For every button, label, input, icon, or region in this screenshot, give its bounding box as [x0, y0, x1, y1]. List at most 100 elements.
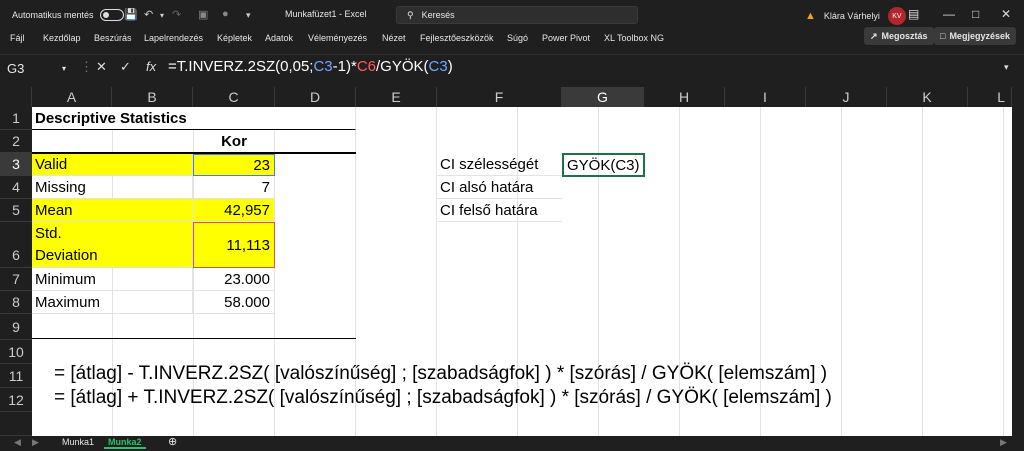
sheet-tab-munka1[interactable]: Munka1 — [58, 437, 98, 447]
stat-label-minimum[interactable]: Minimum — [32, 268, 193, 291]
column-header-l[interactable]: L — [968, 87, 1012, 107]
row-header-8[interactable]: 8 — [0, 291, 32, 314]
stat-value-maximum[interactable]: 58.000 — [193, 291, 275, 314]
autosave-toggle[interactable] — [99, 9, 124, 21]
row-header-10[interactable]: 10 — [0, 340, 32, 364]
cancel-formula-icon[interactable]: ✕ — [96, 59, 107, 75]
search-box[interactable]: ⚲ Keresés — [396, 6, 638, 24]
share-button[interactable]: ↗ Megosztás — [864, 27, 934, 45]
quick-access-icon[interactable]: ▣ — [198, 8, 208, 21]
column-header-d[interactable]: D — [275, 87, 356, 107]
more-options-icon: ⋮ — [80, 59, 93, 74]
column-header-a[interactable]: A — [32, 87, 112, 107]
tab-home[interactable]: Kezdőlap — [43, 33, 81, 43]
row-header-11[interactable]: 11 — [0, 364, 32, 388]
column-header-g[interactable]: G — [562, 87, 644, 107]
spreadsheet-grid[interactable]: A B C D E F G H I J K L 1 2 3 4 5 6 7 8 … — [0, 87, 1012, 436]
stat-value-mean[interactable]: 42,957 — [193, 199, 275, 222]
sheet-tab-bar: ◀ ▶ Munka1 Munka2 ⊕ ▶ — [0, 436, 1024, 451]
tab-help[interactable]: Súgó — [507, 33, 528, 43]
stat-value-std-deviation[interactable]: 11,113 — [193, 222, 275, 268]
tab-insert[interactable]: Beszúrás — [94, 33, 132, 43]
row-header-12[interactable]: 12 — [0, 388, 32, 412]
stat-label-mean[interactable]: Mean — [32, 199, 193, 222]
row-header-9[interactable]: 9 — [0, 314, 32, 340]
comments-label: Megjegyzések — [949, 31, 1010, 41]
share-icon: ↗ — [870, 30, 878, 41]
tab-xl-toolbox[interactable]: XL Toolbox NG — [604, 33, 664, 43]
maximize-icon[interactable]: □ — [972, 7, 979, 21]
row-header-2[interactable]: 2 — [0, 130, 32, 153]
confirm-formula-icon[interactable]: ✓ — [120, 59, 131, 75]
expand-formula-bar-icon[interactable]: ▾ — [1004, 62, 1009, 73]
ribbon-display-icon[interactable]: ▤ — [908, 7, 919, 21]
row-header-13[interactable] — [0, 412, 32, 436]
stat-label-missing[interactable]: Missing — [32, 176, 193, 199]
next-sheet-icon[interactable]: ▶ — [28, 437, 43, 448]
record-icon[interactable]: ● — [222, 8, 229, 20]
save-icon[interactable]: 💾 — [124, 8, 138, 21]
stat-label-maximum[interactable]: Maximum — [32, 291, 193, 314]
column-header-h[interactable]: H — [644, 87, 725, 107]
warning-icon[interactable]: ▲ — [805, 10, 816, 22]
formula-ref-c3: C3 — [313, 58, 333, 75]
name-box-value: G3 — [7, 60, 25, 76]
stat-value-valid[interactable]: 23 — [193, 154, 275, 176]
tab-data[interactable]: Adatok — [265, 33, 293, 43]
column-header-e[interactable]: E — [356, 87, 437, 107]
undo-icon[interactable]: ↶ — [144, 8, 153, 21]
column-header-b[interactable]: B — [112, 87, 193, 107]
tab-page-layout[interactable]: Lapelrendezés — [144, 33, 203, 43]
tab-review[interactable]: Véleményezés — [308, 33, 367, 43]
column-header-f[interactable]: F — [437, 87, 562, 107]
stat-label-std-deviation[interactable]: Std. Deviation — [32, 222, 193, 268]
minimize-icon[interactable]: — — [943, 7, 955, 21]
row-header-4[interactable]: 4 — [0, 176, 32, 199]
formula-note-lower[interactable]: = [átlag] - T.INVERZ.2SZ( [valószínűség]… — [54, 363, 827, 385]
tab-view[interactable]: Nézet — [382, 33, 406, 43]
active-cell-g3[interactable]: GYÖK(C3) — [562, 153, 645, 177]
row-header-1[interactable]: 1 — [0, 107, 32, 130]
comments-button[interactable]: □ Megjegyzések — [934, 27, 1016, 45]
formula-note-upper[interactable]: = [átlag] + T.INVERZ.2SZ( [valószínűség]… — [54, 387, 832, 409]
add-sheet-icon[interactable]: ⊕ — [164, 435, 181, 448]
tab-power-pivot[interactable]: Power Pivot — [542, 33, 590, 43]
column-header-k[interactable]: K — [887, 87, 968, 107]
row-header-5[interactable]: 5 — [0, 199, 32, 222]
tab-formulas[interactable]: Képletek — [217, 33, 252, 43]
column-header-c[interactable]: C — [193, 87, 275, 107]
sheet-tab-munka2[interactable]: Munka2 — [104, 437, 146, 449]
stat-value-minimum[interactable]: 23.000 — [193, 268, 275, 291]
row-header-3[interactable]: 3 — [0, 153, 32, 176]
formula-ref-c3: C3 — [428, 58, 448, 75]
ci-width-label[interactable]: CI szélességét — [437, 153, 562, 176]
scroll-right-icon[interactable]: ▶ — [996, 437, 1011, 448]
vertical-scrollbar[interactable] — [1012, 87, 1024, 436]
autosave-control[interactable]: Automatikus mentés — [12, 9, 124, 21]
tab-developer[interactable]: Fejlesztőeszközök — [420, 33, 494, 43]
redo-icon[interactable]: ↷ — [172, 8, 181, 21]
customize-toolbar-icon[interactable]: ▾ — [246, 10, 251, 21]
row-header-6[interactable]: 6 — [0, 222, 32, 268]
row-header-7[interactable]: 7 — [0, 268, 32, 291]
select-all-corner[interactable] — [0, 87, 32, 107]
column-header-kor[interactable]: Kor — [193, 130, 275, 153]
avatar[interactable]: KV — [887, 7, 906, 25]
name-box[interactable]: G3 ▾ — [4, 58, 72, 78]
ci-lower-label[interactable]: CI alsó határa — [437, 176, 562, 199]
prev-sheet-icon[interactable]: ◀ — [10, 437, 25, 448]
name-box-dropdown-icon[interactable]: ▾ — [62, 64, 66, 73]
formula-input[interactable]: =T.INVERZ.2SZ(0,05;C3-1)*C6/GYÖK(C3) — [168, 58, 453, 75]
ci-upper-label[interactable]: CI felső határa — [437, 199, 562, 222]
table-title[interactable]: Descriptive Statistics — [32, 107, 356, 130]
column-header-j[interactable]: J — [806, 87, 887, 107]
stat-value-missing[interactable]: 7 — [193, 176, 275, 199]
user-area[interactable]: ▲ Klára Várhelyi KV — [805, 7, 906, 25]
insert-function-icon[interactable]: fx — [146, 59, 156, 74]
undo-dropdown-icon[interactable]: ▾ — [160, 11, 164, 20]
tab-file[interactable]: Fájl — [10, 33, 25, 43]
formula-part: =T.INVERZ.2SZ(0,05; — [168, 58, 314, 75]
close-icon[interactable]: ✕ — [1001, 7, 1011, 21]
stat-label-valid[interactable]: Valid — [32, 154, 193, 176]
column-header-i[interactable]: I — [725, 87, 806, 107]
